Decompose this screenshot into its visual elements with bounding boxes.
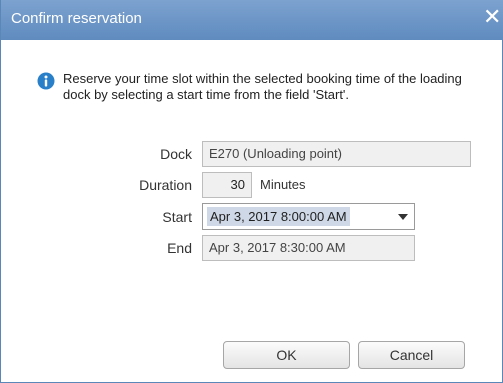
start-label: Start [162,209,192,225]
confirm-reservation-dialog: Confirm reservation ✕ Reserve your time … [0,0,503,383]
chevron-down-icon[interactable] [398,214,408,220]
title-bar[interactable]: Confirm reservation ✕ [1,0,503,40]
dialog-title: Confirm reservation [11,10,142,27]
dock-field: E270 (Unloading point) [202,141,471,167]
info-message: Reserve your time slot within the select… [63,71,462,102]
ok-button[interactable]: OK [223,341,350,369]
end-field: Apr 3, 2017 8:30:00 AM [202,235,415,261]
duration-field: 30 [202,172,252,198]
close-icon[interactable]: ✕ [483,7,501,29]
dock-label: Dock [160,146,192,162]
end-label: End [167,240,192,256]
cancel-button[interactable]: Cancel [358,341,465,369]
duration-label: Duration [139,177,192,193]
start-selected-value: Apr 3, 2017 8:00:00 AM [207,207,350,226]
start-select[interactable]: Apr 3, 2017 8:00:00 AM [202,203,415,230]
info-icon [37,72,55,90]
duration-unit: Minutes [260,177,306,192]
